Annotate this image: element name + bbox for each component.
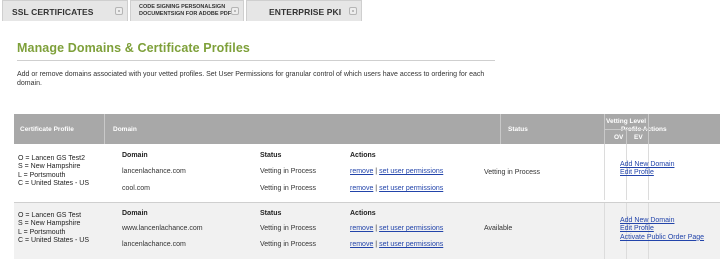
set-user-permissions-link[interactable]: set user permissions <box>379 185 443 192</box>
header-ev: EV <box>634 134 643 141</box>
remove-link[interactable]: remove <box>350 168 373 175</box>
remove-link[interactable]: remove <box>350 185 373 192</box>
title-divider <box>17 60 495 61</box>
domain-actions: remove | set user permissions <box>350 185 443 192</box>
table-row: O = Lancen GS Test2 S = New Hampshire L … <box>14 144 720 200</box>
tab-code-signing-label-line1: CODE SIGNING PERSONALSIGN <box>139 4 226 10</box>
header-certificate-profile: Certificate Profile <box>20 126 74 133</box>
remove-link[interactable]: remove <box>350 241 373 248</box>
tab-enterprise-label: ENTERPRISE PKI <box>269 7 342 17</box>
inner-header-status: Status <box>260 210 282 217</box>
profile-details: O = Lancen GS Test2 S = New Hampshire L … <box>18 155 89 188</box>
profile-state: S = New Hampshire <box>18 163 81 171</box>
table-header: Certificate Profile Domain Status Vettin… <box>14 114 720 144</box>
domain-actions: remove | set user permissions <box>350 168 443 175</box>
header-status: Status <box>508 126 528 133</box>
tab-code-signing[interactable]: CODE SIGNING PERSONALSIGN DOCUMENTSIGN F… <box>130 0 244 21</box>
domain-name: lancenlachance.com <box>122 241 186 248</box>
inner-header-actions: Actions <box>350 210 376 217</box>
tab-close-icon[interactable] <box>231 7 239 15</box>
header-vetting-level: Vetting Level <box>606 118 647 125</box>
tab-close-icon[interactable] <box>349 7 357 15</box>
profile-country: C = United States - US <box>18 236 90 244</box>
tab-ssl-label: SSL CERTIFICATES <box>12 7 94 17</box>
domains-table: Certificate Profile Domain Status Vettin… <box>14 114 720 259</box>
domain-status: Vetting in Process <box>260 241 317 248</box>
domain-name: www.lancenlachance.com <box>122 225 203 232</box>
column-divider <box>604 144 605 200</box>
inner-header-domain: Domain <box>122 210 148 217</box>
profile-actions: Add New Domain Edit Profile <box>620 161 674 178</box>
page-title: Manage Domains & Certificate Profiles <box>17 41 250 55</box>
profile-details: O = Lancen GS Test S = New Hampshire L =… <box>18 212 89 245</box>
profile-locality: L = Portsmouth <box>18 228 66 236</box>
profile-locality: L = Portsmouth <box>18 171 66 179</box>
profile-status: Vetting in Process <box>484 169 541 176</box>
domain-name: lancenlachance.com <box>122 168 186 175</box>
domain-name: cool.com <box>122 185 151 192</box>
tab-code-signing-label-line2: DOCUMENTSIGN FOR ADOBE PDF <box>139 11 232 17</box>
domain-status: Vetting in Process <box>260 225 317 232</box>
add-new-domain-link[interactable]: Add New Domain <box>620 217 704 225</box>
header-divider <box>648 114 649 144</box>
set-user-permissions-link[interactable]: set user permissions <box>379 241 443 248</box>
edit-profile-link[interactable]: Edit Profile <box>620 225 704 233</box>
domain-status: Vetting in Process <box>260 185 317 192</box>
header-divider <box>500 114 501 144</box>
set-user-permissions-link[interactable]: set user permissions <box>379 225 443 232</box>
tab-close-icon[interactable] <box>115 7 123 15</box>
profile-org: O = Lancen GS Test <box>18 212 82 219</box>
tab-ssl-certificates[interactable]: SSL CERTIFICATES <box>2 0 128 21</box>
domain-actions: remove | set user permissions <box>350 225 443 232</box>
inner-header-status: Status <box>260 152 282 159</box>
intro-text: Add or remove domains associated with yo… <box>17 71 485 87</box>
profile-org: O = Lancen GS Test2 <box>18 155 85 162</box>
header-ov: OV <box>614 134 624 141</box>
domain-actions: remove | set user permissions <box>350 241 443 248</box>
column-divider <box>604 203 605 259</box>
tab-enterprise-pki[interactable]: ENTERPRISE PKI <box>246 0 362 21</box>
activate-public-order-page-link[interactable]: Activate Public Order Page <box>620 234 704 242</box>
domain-status: Vetting in Process <box>260 168 317 175</box>
profile-state: S = New Hampshire <box>18 220 81 228</box>
header-divider <box>104 114 105 144</box>
table-row: O = Lancen GS Test S = New Hampshire L =… <box>14 202 720 259</box>
product-tabs: SSL CERTIFICATES CODE SIGNING PERSONALSI… <box>2 0 722 22</box>
remove-link[interactable]: remove <box>350 225 373 232</box>
profile-actions: Add New Domain Edit Profile Activate Pub… <box>620 217 704 242</box>
header-domain: Domain <box>113 126 137 133</box>
add-new-domain-link[interactable]: Add New Domain <box>620 161 674 169</box>
edit-profile-link[interactable]: Edit Profile <box>620 169 674 177</box>
set-user-permissions-link[interactable]: set user permissions <box>379 168 443 175</box>
header-divider <box>604 129 648 130</box>
inner-header-actions: Actions <box>350 152 376 159</box>
profile-status: Available <box>484 225 513 232</box>
inner-header-domain: Domain <box>122 152 148 159</box>
profile-country: C = United States - US <box>18 179 90 187</box>
header-divider <box>626 129 627 144</box>
